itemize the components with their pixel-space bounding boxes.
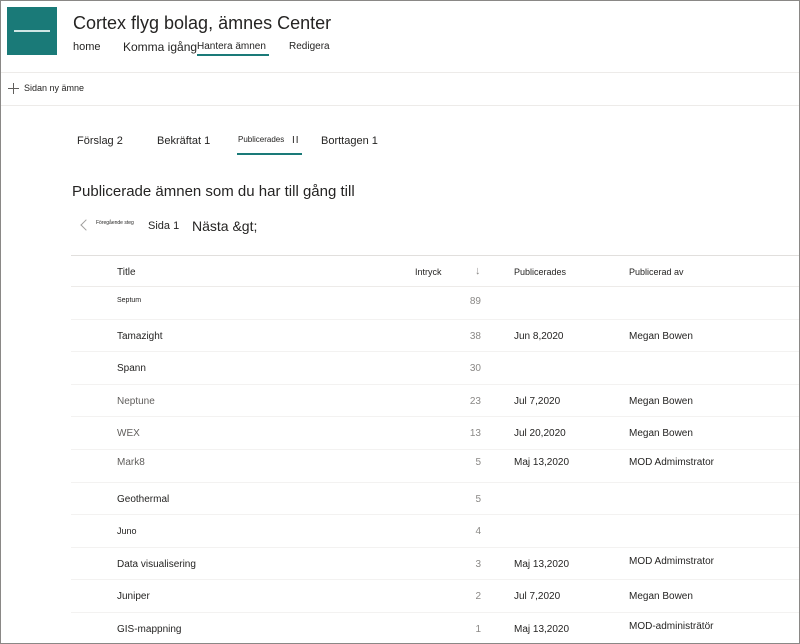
tab-published-count: II (292, 135, 300, 146)
tab-suggested[interactable]: Förslag 2 (77, 135, 123, 147)
row-title[interactable]: Spann (117, 363, 146, 374)
command-bar: Sidan ny ämne (1, 73, 799, 106)
row-published-date: Jul 20,2020 (514, 428, 566, 440)
row-views: 3 (475, 558, 481, 570)
row-views: 38 (469, 330, 481, 342)
table-row[interactable]: WEX 13 Jul 20,2020 Megan Bowen (71, 417, 799, 450)
nav-manage-topics[interactable]: Hantera ämnen (197, 41, 266, 52)
section-title: Publicerade ämnen som du har till gång t… (72, 183, 355, 200)
table-row[interactable]: Juniper 2 Jul 7,2020 Megan Bowen (71, 580, 799, 613)
table-row[interactable]: Mark8 5 Maj 13,2020 MOD Admimstrator (71, 450, 799, 483)
column-header-views[interactable]: Intryck (415, 267, 442, 277)
new-topic-button[interactable]: Sidan ny ämne (24, 83, 84, 93)
tab-confirmed[interactable]: Bekräftat 1 (157, 135, 210, 147)
nav-get-started[interactable]: Komma igång (123, 40, 197, 54)
chevron-left-icon[interactable] (79, 219, 89, 231)
pager-previous-button[interactable]: Föregående steg (96, 220, 134, 226)
nav-edit[interactable]: Redigera (289, 41, 330, 52)
row-title[interactable]: WEX (117, 428, 140, 439)
table-row[interactable]: Data visualisering 3 Maj 13,2020 MOD Admims… (71, 548, 799, 581)
table-row[interactable]: Spann 30 (71, 352, 799, 385)
tab-published[interactable]: Publicerades (238, 135, 284, 144)
row-views: 30 (469, 363, 481, 375)
row-published-by: MOD Admimstrator (629, 456, 715, 468)
pager-page-indicator: Sida 1 (148, 220, 180, 232)
row-published-date: Maj 13,2020 (514, 558, 570, 570)
row-title[interactable]: Mark8 (117, 457, 145, 468)
table-body: Septum 89 Tamazight 38 Jun 8,2020 Megan Bowe… (71, 287, 799, 644)
column-header-published[interactable]: Publicerades (514, 267, 566, 277)
row-title[interactable]: Tamazight (117, 331, 163, 342)
row-published-by: Megan Bowen (629, 395, 693, 407)
site-header: Cortex flyg bolag, ämnes Center home Kom… (1, 1, 799, 73)
row-published-date: Maj 13,2020 (514, 456, 570, 468)
row-views: 23 (469, 395, 481, 407)
row-views: 5 (475, 456, 481, 468)
table-row[interactable]: GIS-mappning 1 Maj 13,2020 MOD-administrätö… (71, 613, 799, 644)
row-published-by: Megan Bowen (629, 591, 693, 603)
table-row[interactable]: Tamazight 38 Jun 8,2020 Megan Bowen (71, 320, 799, 353)
row-views: 5 (475, 493, 481, 505)
site-title: Cortex flyg bolag, ämnes Center (73, 13, 332, 33)
row-published-by: MOD Admimstrator (629, 555, 715, 567)
row-published-date: Maj 13,2020 (514, 623, 570, 635)
table-row[interactable]: Geothermal 5 (71, 483, 799, 516)
column-header-title[interactable]: Title (117, 267, 136, 278)
table-header: Title Intryck ↓ Publicerades Publicerad … (71, 255, 799, 287)
row-published-date: Jun 8,2020 (514, 330, 564, 342)
row-published-date: Jul 7,2020 (514, 395, 561, 407)
tab-active-indicator (237, 153, 302, 155)
row-title[interactable]: Juniper (117, 591, 150, 602)
row-views: 13 (469, 428, 481, 440)
row-views: 1 (475, 623, 481, 635)
nav-home[interactable]: home (73, 41, 101, 53)
sort-descending-icon[interactable]: ↓ (475, 265, 481, 277)
row-title[interactable]: Neptune (117, 396, 155, 407)
row-published-date: Jul 7,2020 (514, 591, 561, 603)
row-title[interactable]: Juno (117, 526, 137, 536)
topics-table: Title Intryck ↓ Publicerades Publicerad … (71, 255, 799, 644)
row-title[interactable]: GIS-mappning (117, 624, 181, 635)
plus-icon[interactable] (8, 83, 19, 94)
row-views: 2 (475, 591, 481, 603)
table-row[interactable]: Juno 4 (71, 515, 799, 548)
row-published-by: Megan Bowen (629, 428, 693, 440)
row-title[interactable]: Geothermal (117, 494, 169, 505)
logo-mark (14, 30, 50, 32)
table-row[interactable]: Neptune 23 Jul 7,2020 Megan Bowen (71, 385, 799, 418)
row-title[interactable]: Septum (117, 297, 141, 304)
table-row[interactable]: Septum 89 (71, 287, 799, 320)
tab-removed[interactable]: Borttagen 1 (321, 135, 378, 147)
nav-active-indicator (197, 54, 269, 56)
row-title[interactable]: Data visualisering (117, 559, 196, 570)
pager-next-button[interactable]: Nästa &gt; (192, 218, 257, 234)
column-header-published-by[interactable]: Publicerad av (629, 267, 684, 277)
row-views: 89 (469, 296, 481, 307)
row-published-by: MOD-administrätör (629, 620, 714, 632)
row-views: 4 (475, 526, 481, 538)
site-logo[interactable] (7, 7, 57, 55)
row-published-by: Megan Bowen (629, 330, 693, 342)
